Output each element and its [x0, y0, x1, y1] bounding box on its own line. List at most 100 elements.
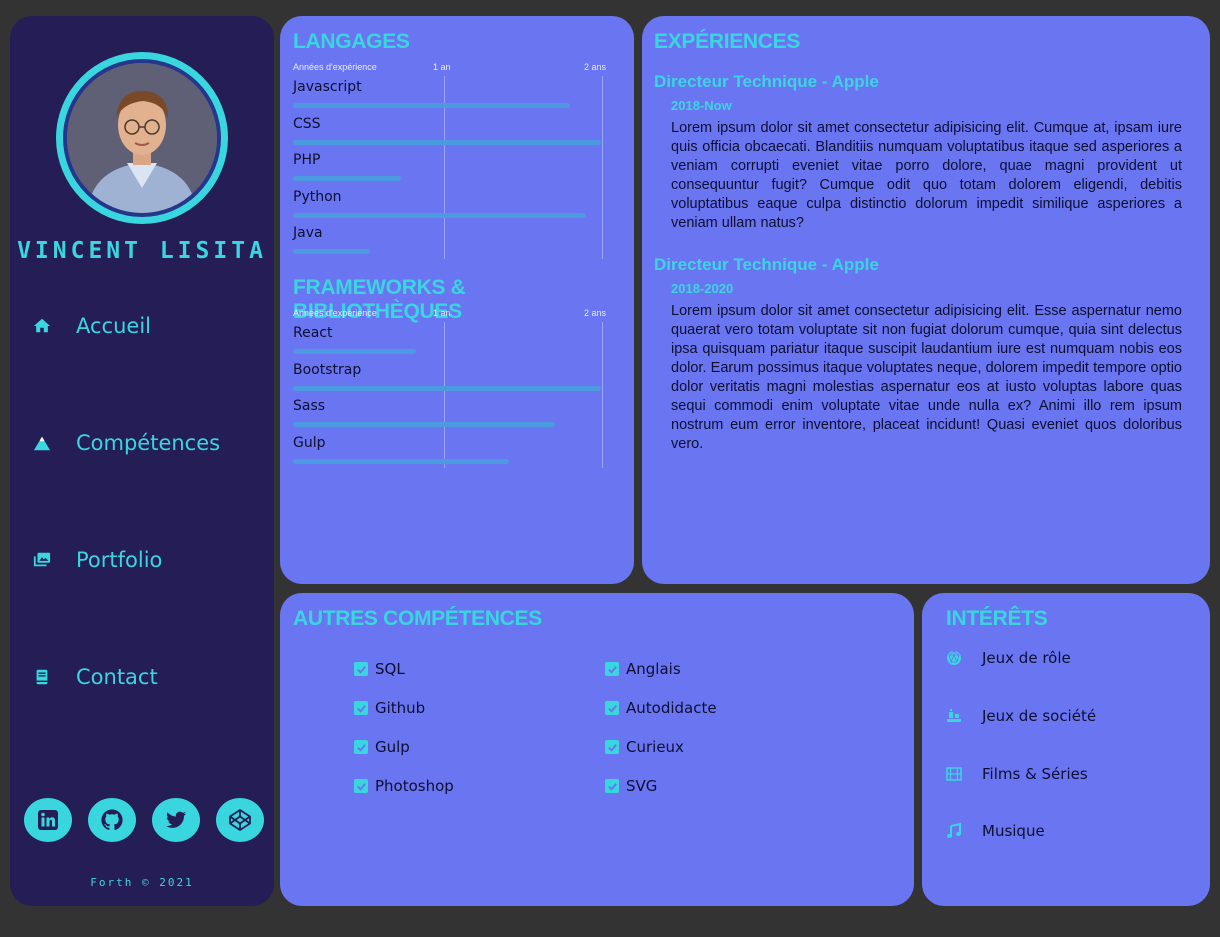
profile-photo-image — [67, 63, 217, 213]
avatar — [56, 52, 228, 224]
interest-item: Musique — [946, 822, 1045, 840]
skill-bar — [293, 103, 570, 108]
skill-bar — [293, 139, 601, 145]
job-description: Lorem ipsum dolor sit amet consectetur a… — [671, 120, 1182, 231]
skill-name: Bootstrap — [293, 361, 362, 378]
check-icon — [605, 740, 619, 754]
dice-icon — [946, 650, 962, 666]
job-description: Lorem ipsum dolor sit amet consectetur a… — [671, 303, 1182, 452]
skill-check-item: SQL — [354, 660, 405, 678]
skill-check-item: Github — [354, 699, 425, 717]
skill-bar — [293, 176, 401, 181]
images-icon — [32, 550, 52, 570]
skill-name: Python — [293, 188, 342, 205]
nav-item-competences[interactable]: Compétences — [32, 427, 220, 459]
skill-check-item: Anglais — [605, 660, 681, 678]
interests-card: INTÉRÊTS Jeux de rôle Jeux de société Fi… — [922, 593, 1210, 906]
social-links — [24, 798, 264, 842]
languages-title: LANGAGES — [293, 30, 410, 53]
footer-text: Forth © 2021 — [90, 876, 194, 889]
linkedin-button[interactable] — [24, 798, 72, 842]
nav-label: Accueil — [76, 314, 151, 338]
check-icon — [354, 662, 368, 676]
nav-item-contact[interactable]: Contact — [32, 661, 158, 693]
check-icon — [354, 740, 368, 754]
film-icon — [946, 766, 962, 782]
skill-bar — [293, 385, 601, 391]
skill-row: React — [293, 322, 623, 359]
scale-mid: 1 an — [433, 308, 451, 318]
skill-bar — [293, 349, 416, 354]
nav-item-accueil[interactable]: Accueil — [32, 310, 151, 342]
skill-name: CSS — [293, 115, 321, 132]
skill-row: Java — [293, 222, 623, 259]
codepen-button[interactable] — [216, 798, 264, 842]
codepen-icon — [229, 809, 251, 831]
languages-list: Javascript CSS PHP Python Java — [293, 76, 623, 259]
interests-title: INTÉRÊTS — [946, 607, 1048, 630]
other-skills-title: AUTRES COMPÉTENCES — [293, 607, 542, 630]
skill-row: Javascript — [293, 76, 623, 113]
skill-check-item: Curieux — [605, 738, 684, 756]
check-icon — [605, 662, 619, 676]
twitter-icon — [166, 811, 186, 828]
languages-card: LANGAGES Années d'expérience 1 an 2 ans … — [280, 16, 634, 584]
skill-row: Sass — [293, 395, 623, 432]
skill-bar — [293, 458, 509, 464]
check-label: Github — [375, 699, 426, 717]
check-icon — [354, 701, 368, 715]
mountain-icon — [32, 433, 52, 453]
job-entry: Directeur Technique - Apple 2018-2020 Lo… — [654, 255, 1182, 454]
skill-check-item: Gulp — [354, 738, 410, 756]
profile-photo — [67, 63, 217, 213]
check-label: SQL — [375, 660, 405, 678]
nav-label: Contact — [76, 665, 158, 689]
github-button[interactable] — [88, 798, 136, 842]
experiences-title: EXPÉRIENCES — [654, 30, 801, 53]
languages-chart: Années d'expérience 1 an 2 ans Javascrip… — [293, 62, 623, 259]
interest-item: Jeux de rôle — [946, 649, 1071, 667]
frameworks-list: React Bootstrap Sass Gulp — [293, 322, 623, 468]
skill-name: Gulp — [293, 434, 326, 451]
skill-name: PHP — [293, 152, 321, 168]
check-icon — [605, 701, 619, 715]
chess-icon — [946, 708, 962, 724]
nav-item-portfolio[interactable]: Portfolio — [32, 544, 162, 576]
other-skills-card: AUTRES COMPÉTENCES SQL Github Gulp Photo… — [280, 593, 914, 906]
interest-item: Jeux de société — [946, 707, 1096, 725]
job-date: 2018-Now — [671, 98, 732, 113]
languages-scale: Années d'expérience 1 an 2 ans — [293, 62, 623, 76]
scale-max: 2 ans — [583, 62, 606, 72]
job-entry: Directeur Technique - Apple 2018-Now Lor… — [654, 72, 1182, 233]
skill-check-item: Photoshop — [354, 777, 454, 795]
interest-label: Musique — [982, 822, 1045, 840]
check-label: Autodidacte — [626, 699, 717, 717]
job-title: Directeur Technique - Apple — [654, 255, 879, 274]
twitter-button[interactable] — [152, 798, 200, 842]
music-icon — [946, 823, 962, 839]
skill-row: PHP — [293, 149, 623, 186]
job-date: 2018-2020 — [671, 281, 734, 296]
skill-bar — [293, 249, 370, 254]
home-icon — [32, 316, 52, 336]
frameworks-chart: Années d'expérience 1 an 2 ans React Boot… — [293, 308, 623, 468]
skill-row: Python — [293, 186, 623, 223]
skill-check-item: SVG — [605, 777, 657, 795]
job-title: Directeur Technique - Apple — [654, 72, 879, 91]
skill-row: Bootstrap — [293, 359, 623, 396]
scale-label: Années d'expérience — [293, 62, 377, 72]
check-label: Curieux — [626, 738, 684, 756]
nav-label: Portfolio — [76, 548, 163, 572]
interest-item: Films & Séries — [946, 765, 1088, 783]
interest-label: Jeux de société — [982, 707, 1097, 725]
check-label: Gulp — [375, 738, 410, 756]
linkedin-icon — [38, 810, 58, 830]
scale-max: 2 ans — [583, 308, 606, 318]
profile-name: VINCENT LISITA — [17, 238, 267, 264]
experiences-card: EXPÉRIENCES Directeur Technique - Apple … — [642, 16, 1210, 584]
skill-name: React — [293, 325, 333, 341]
scale-label: Années d'expérience — [293, 308, 377, 318]
check-label: SVG — [626, 777, 658, 795]
book-icon — [32, 667, 52, 687]
skill-bar — [293, 212, 586, 218]
